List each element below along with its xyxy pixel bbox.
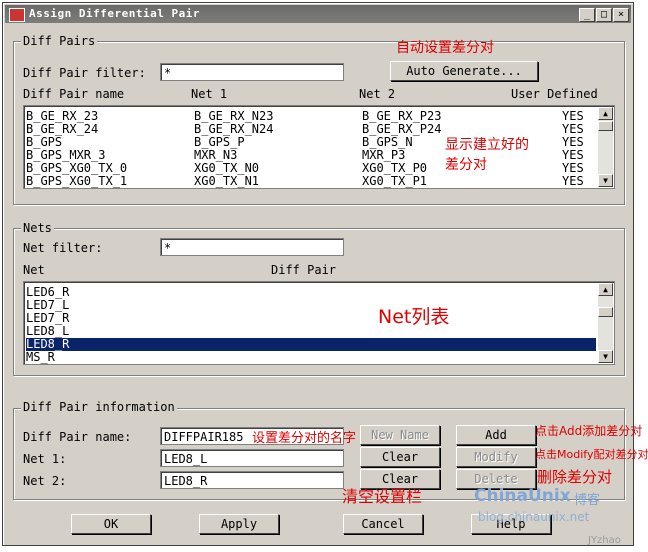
annotation-modify-hint: 点击Modify配对差分对 (535, 448, 648, 461)
scroll-thumb[interactable] (598, 307, 613, 317)
annotation-show-pairs-line1: 显示建立好的 (445, 137, 529, 153)
nets-scrollbar[interactable]: ▲ ▼ (598, 283, 613, 363)
scroll-thumb[interactable] (598, 121, 613, 131)
nets-list[interactable]: LED6_R LED7_L LED7_R LED8_L LED8_R MS_R … (23, 281, 615, 365)
net2-input[interactable]: LED8_R (160, 471, 344, 489)
ok-button[interactable]: OK (71, 514, 151, 534)
watermark-url: blog.chinaunix.net (478, 510, 590, 524)
maximize-button[interactable]: □ (596, 8, 612, 22)
col-net-2: Net 2 (359, 87, 396, 101)
title-bar[interactable]: Assign Differential Pair _ □ × (5, 5, 631, 23)
annotation-net-list: Net列表 (378, 306, 450, 328)
watermark-author: JYzhao (588, 535, 621, 546)
user-defined-cell: YES (562, 174, 584, 188)
net-list-item[interactable]: LED8_L (26, 325, 596, 338)
scroll-down-arrow-icon[interactable]: ▼ (598, 174, 613, 187)
annotation-set-name: 设置差分对的名字 (252, 431, 357, 446)
diff-pair-filter-input[interactable]: * (160, 63, 344, 81)
clear-net1-button[interactable]: Clear (360, 447, 440, 467)
col-net: Net (23, 263, 45, 277)
auto-generate-button[interactable]: Auto Generate... (390, 61, 538, 81)
cancel-button[interactable]: Cancel (343, 514, 423, 534)
close-button[interactable]: × (613, 8, 629, 22)
annotation-show-pairs-line2: 差分对 (445, 157, 487, 173)
watermark-brand-cn: 博客 (574, 493, 601, 508)
col-net-1: Net 1 (191, 87, 228, 101)
annotation-auto-generate: 自动设置差分对 (396, 40, 494, 56)
net-list-item[interactable]: LED7_R (26, 312, 596, 325)
net1-label: Net 1: (23, 452, 67, 466)
apply-button[interactable]: Apply (199, 514, 279, 534)
net-list-item[interactable]: LED7_L (26, 299, 596, 312)
diff-pair-info-group-label: Diff Pair information (21, 400, 177, 414)
scroll-up-arrow-icon[interactable]: ▲ (598, 107, 613, 120)
diff-pairs-group-label: Diff Pairs (21, 34, 98, 48)
scroll-up-arrow-icon[interactable]: ▲ (598, 283, 613, 296)
net-filter-input[interactable]: * (160, 238, 344, 256)
net-list-item-selected[interactable]: LED8_R (26, 338, 596, 351)
scroll-down-arrow-icon[interactable]: ▼ (598, 350, 613, 363)
net-list-item[interactable]: MS_R (26, 351, 596, 364)
app-icon (9, 8, 25, 22)
diff-pair-row[interactable]: B_GE_RX_23 B_GE_RX_N23 B_GE_RX_P23 YES (26, 110, 596, 123)
net1-cell: XG0_TX_N1 (194, 174, 260, 188)
modify-button[interactable]: Modify (456, 447, 536, 467)
col-diff-pair: Diff Pair (271, 263, 337, 277)
col-user-defined: User Defined (511, 87, 598, 101)
new-name-button[interactable]: New Name (360, 425, 440, 445)
diff-pair-name-cell: B_GPS_XG0_TX_1 (26, 174, 128, 188)
net2-label: Net 2: (23, 474, 67, 488)
diff-pair-name-label: Diff Pair name: (23, 430, 132, 444)
minimize-button[interactable]: _ (579, 8, 595, 22)
net-list-item[interactable]: LED6_R (26, 286, 596, 299)
add-button[interactable]: Add (456, 425, 536, 445)
diff-pairs-scrollbar[interactable]: ▲ ▼ (598, 107, 613, 187)
annotation-delete-hint: 删除差分对 (537, 468, 613, 486)
net-filter-label: Net filter: (23, 241, 103, 255)
col-diff-pair-name: Diff Pair name (23, 87, 125, 101)
diff-pair-row[interactable]: B_GPS_XG0_TX_1 XG0_TX_N1 XG0_TX_P1 YES (26, 175, 596, 188)
assign-diff-pair-window: Assign Differential Pair _ □ × Diff Pair… (2, 2, 634, 546)
net1-input[interactable]: LED8_L (160, 449, 344, 467)
annotation-clear-hint: 清空设置栏 (342, 487, 423, 506)
diff-pair-filter-label: Diff Pair filter: (23, 66, 146, 80)
nets-group-label: Nets (21, 221, 54, 235)
window-title: Assign Differential Pair (29, 7, 200, 20)
annotation-add-hint: 点击Add添加差分对 (535, 424, 643, 438)
watermark-brand: ChinaUnix (474, 486, 571, 506)
net2-cell: XG0_TX_P1 (362, 174, 428, 188)
